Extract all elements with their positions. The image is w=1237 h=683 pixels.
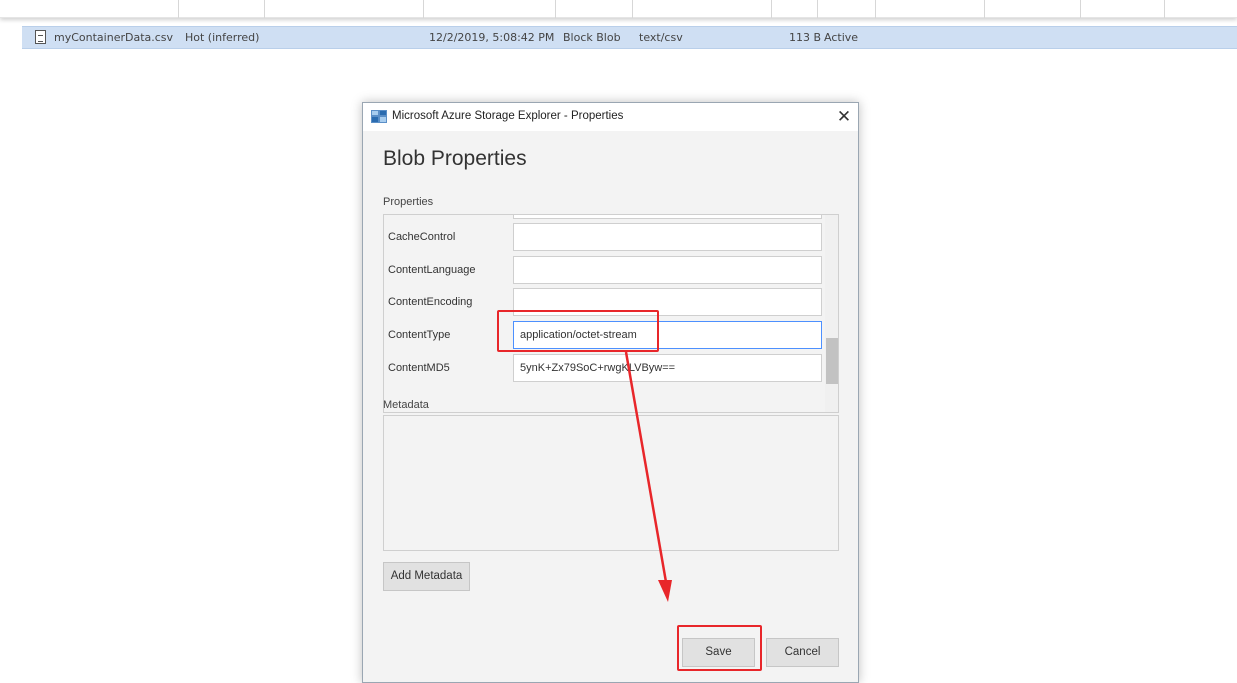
lease-status: Active <box>824 31 859 44</box>
annotation-highlight-save <box>677 625 762 671</box>
column-divider[interactable] <box>632 0 633 18</box>
column-divider[interactable] <box>1080 0 1081 18</box>
dialog-title: Microsoft Azure Storage Explorer - Prope… <box>392 110 624 122</box>
metadata-list[interactable] <box>383 415 839 551</box>
property-label: ContentEncoding <box>388 296 473 308</box>
property-label: CacheControl <box>388 231 456 243</box>
property-label: ContentMD5 <box>388 362 450 374</box>
column-divider[interactable] <box>817 0 818 18</box>
partial-field <box>513 215 822 219</box>
property-label: ContentLanguage <box>388 264 476 276</box>
column-divider[interactable] <box>264 0 265 18</box>
blob-type: Block Blob <box>563 31 621 44</box>
contentlanguage-field[interactable] <box>513 256 822 284</box>
header-divider <box>0 0 1237 18</box>
column-divider[interactable] <box>875 0 876 18</box>
page-title: Blob Properties <box>383 147 527 170</box>
properties-scrollbar[interactable] <box>825 215 838 412</box>
column-divider[interactable] <box>1164 0 1165 18</box>
size: 113 B <box>789 31 822 44</box>
add-metadata-button[interactable]: Add Metadata <box>383 562 470 591</box>
column-divider[interactable] <box>771 0 772 18</box>
content-type: text/csv <box>639 31 683 44</box>
metadata-label: Metadata <box>383 399 429 411</box>
file-name: myContainerData.csv <box>54 31 174 44</box>
properties-dialog: Microsoft Azure Storage Explorer - Prope… <box>362 102 859 683</box>
contentmd5-field[interactable] <box>513 354 822 382</box>
file-list-header <box>0 0 1237 22</box>
access-tier: Hot (inferred) <box>185 31 260 44</box>
azure-storage-explorer-icon <box>371 110 387 123</box>
table-row[interactable]: myContainerData.csv Hot (inferred) 12/2/… <box>22 26 1237 49</box>
property-row-contentmd5: ContentMD5 <box>384 354 824 382</box>
last-modified: 12/2/2019, 5:08:42 PM <box>429 31 555 44</box>
close-icon[interactable]: ✕ <box>833 106 855 128</box>
annotation-highlight-contenttype <box>497 310 659 352</box>
cachecontrol-field[interactable] <box>513 223 822 251</box>
column-divider[interactable] <box>555 0 556 18</box>
file-icon <box>35 30 46 44</box>
cancel-button[interactable]: Cancel <box>766 638 839 667</box>
dialog-titlebar[interactable]: Microsoft Azure Storage Explorer - Prope… <box>363 103 858 131</box>
property-row-cachecontrol: CacheControl <box>384 223 824 251</box>
properties-label: Properties <box>383 196 434 208</box>
property-label: ContentType <box>388 329 451 341</box>
column-divider[interactable] <box>178 0 179 18</box>
property-row-contentlanguage: ContentLanguage <box>384 256 824 284</box>
column-divider[interactable] <box>423 0 424 18</box>
column-divider[interactable] <box>984 0 985 18</box>
scrollbar-thumb[interactable] <box>826 338 838 384</box>
